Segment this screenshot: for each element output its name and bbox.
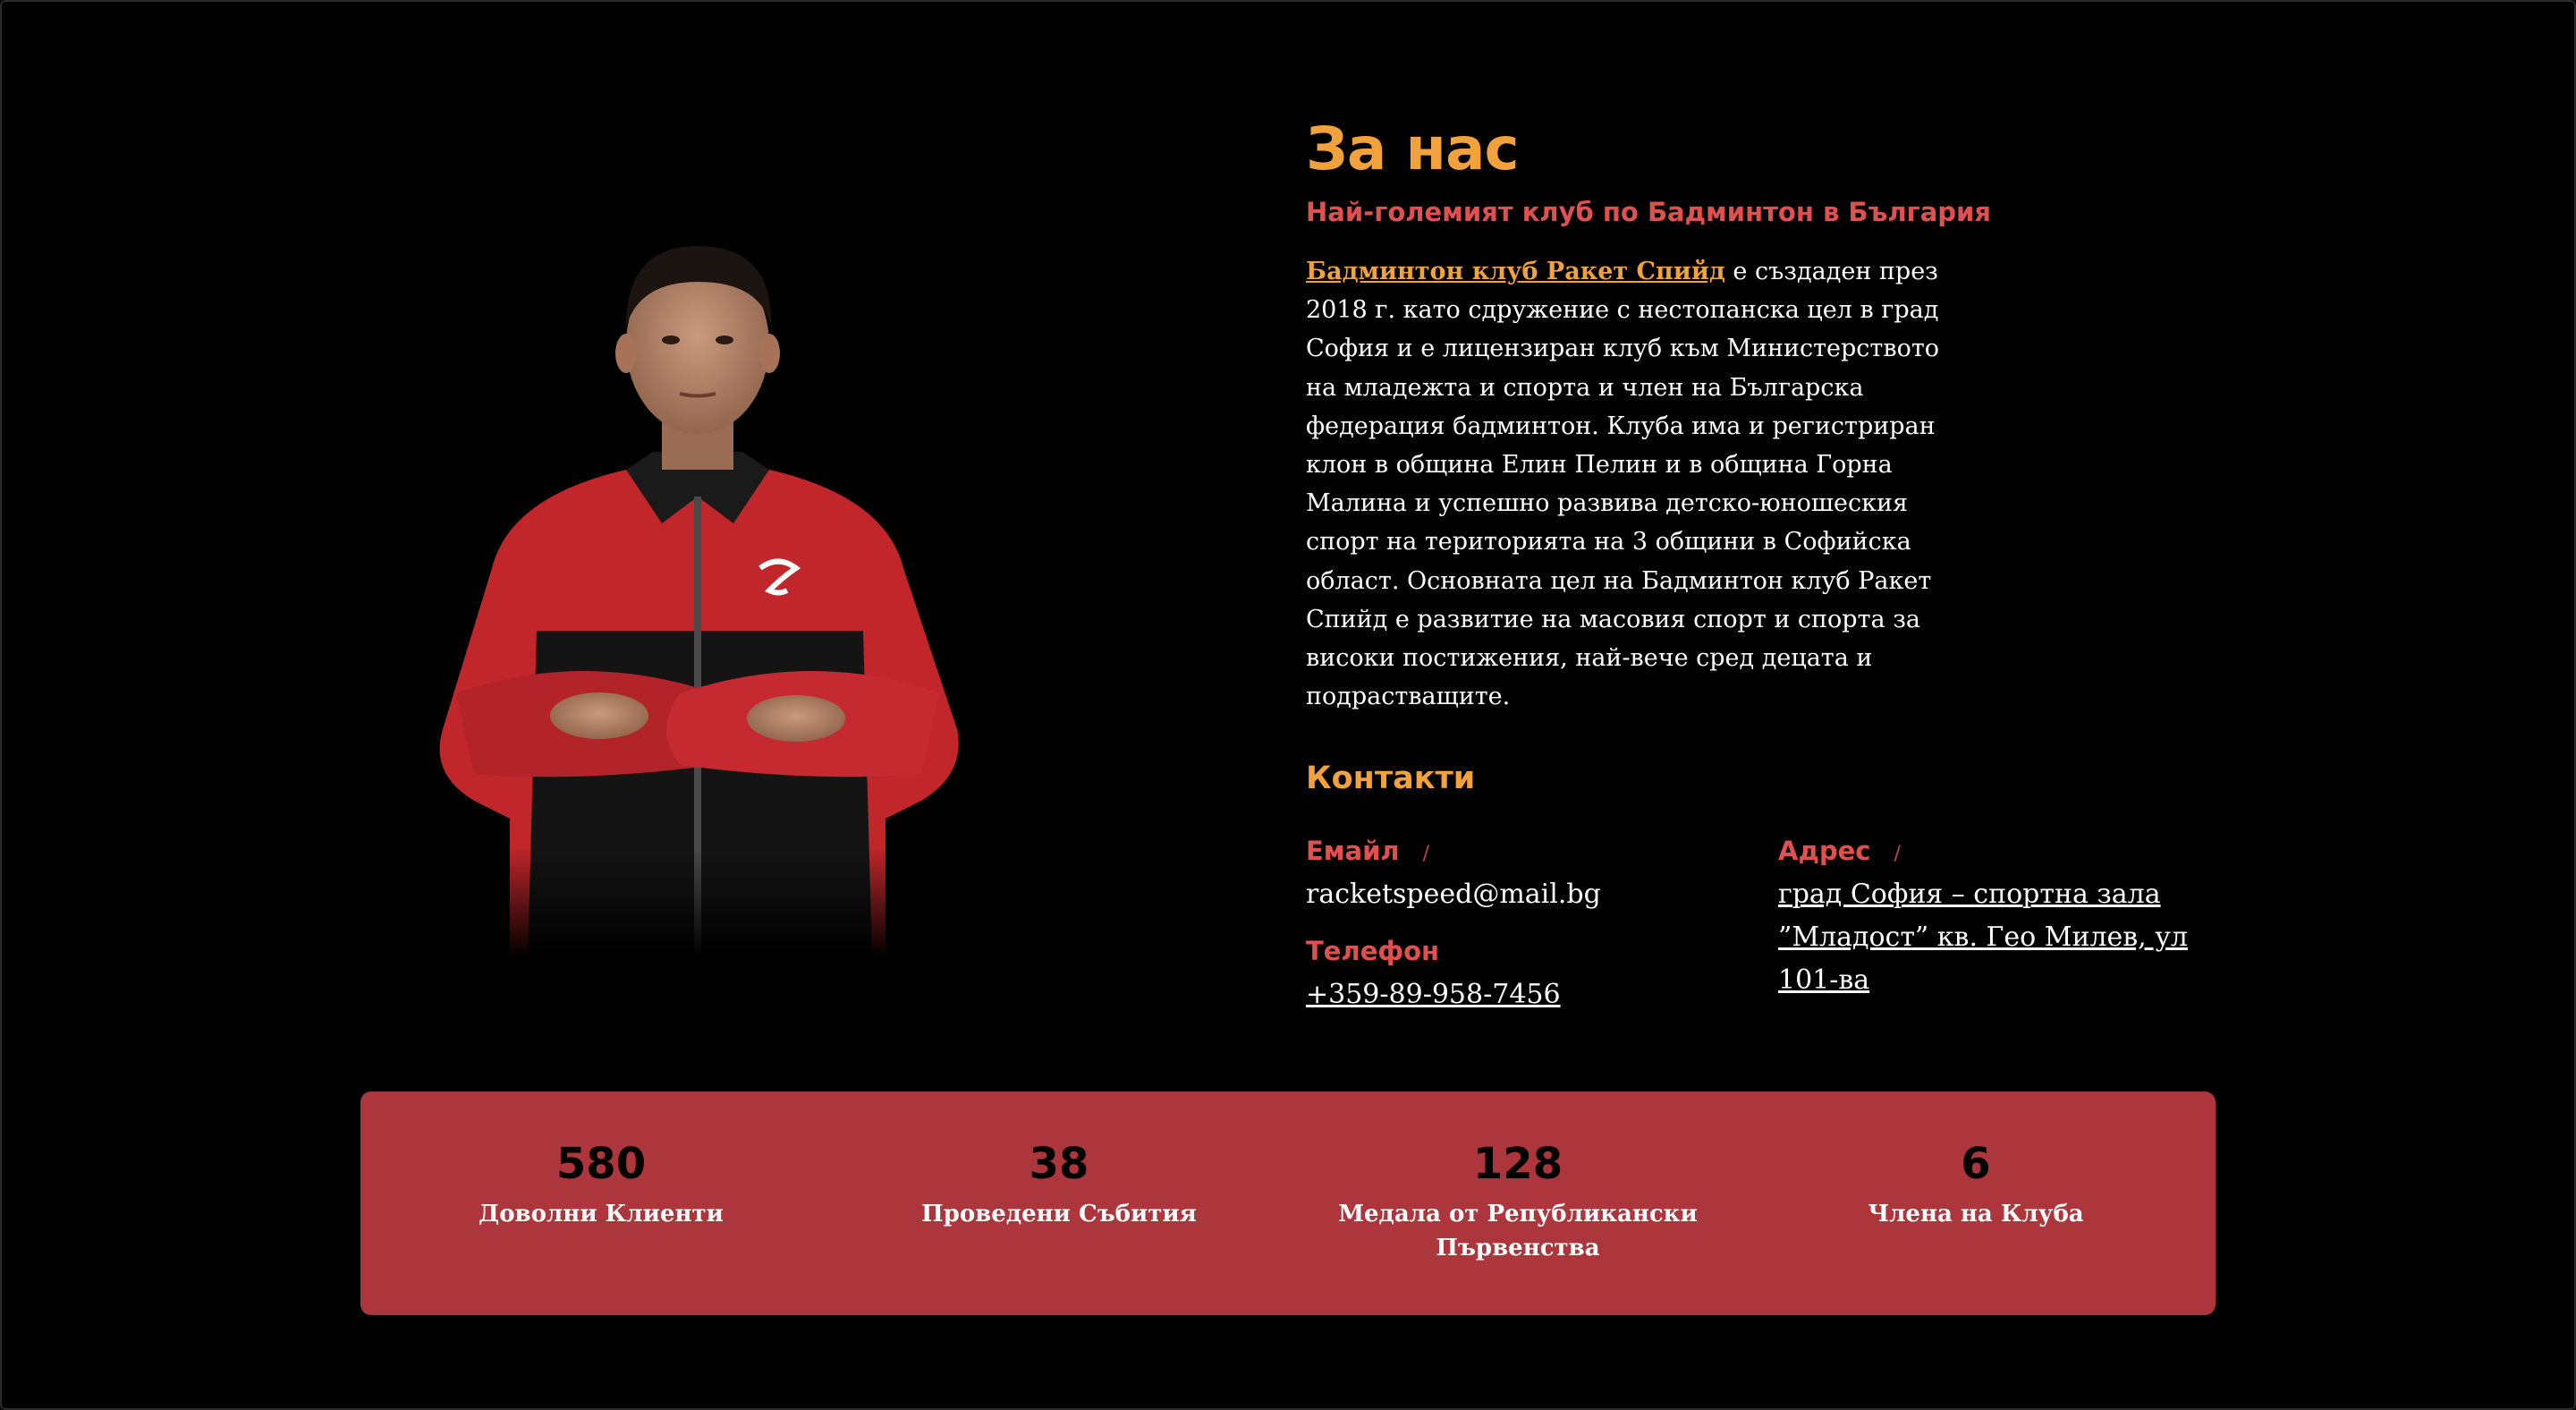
stat-events: 38 Проведени Събития [871, 1138, 1247, 1231]
coach-portrait [420, 228, 975, 957]
stat-members: 6 Члена на Клуба [1788, 1138, 2164, 1231]
stat-value: 580 [555, 1139, 647, 1189]
stat-clients: 580 Доволни Клиенти [413, 1138, 789, 1231]
stats-panel: 580 Доволни Клиенти 38 Проведени Събития… [360, 1091, 2216, 1315]
stat-value: 6 [1961, 1139, 1991, 1189]
stat-medals: 128 Медала от Републикански Първенства [1330, 1138, 1706, 1265]
about-title: За нас [1306, 115, 1520, 183]
contacts-title: Контакти [1306, 760, 1476, 796]
stat-value: 128 [1472, 1139, 1563, 1189]
email-value: racketspeed@mail.bg [1306, 879, 1601, 910]
phone-label: Телефон [1306, 936, 1440, 966]
stat-label: Члена на Клуба [1868, 1201, 2084, 1227]
about-text: Бадминтон клуб Ракет Спийд е създаден пр… [1306, 252, 1959, 716]
stat-label: Проведени Събития [921, 1201, 1197, 1227]
club-link[interactable]: Бадминтон клуб Ракет Спийд [1306, 258, 1725, 285]
address-separator: / [1894, 843, 1901, 865]
email-separator: / [1422, 843, 1430, 865]
stat-label: Медала от Републикански Първенства [1338, 1201, 1698, 1261]
stat-value: 38 [1029, 1139, 1089, 1189]
about-subtitle: Най-големият клуб по Бадминтон в Българи… [1306, 197, 1991, 227]
address-label: Адрес / [1778, 836, 1901, 866]
address-link[interactable]: град София – спортна зала ”Младост” кв. … [1778, 873, 2199, 1002]
about-body: е създаден през 2018 г. като сдружение с… [1306, 258, 1940, 711]
phone-link[interactable]: +359-89-958-7456 [1306, 973, 1561, 1016]
stat-label: Доволни Клиенти [479, 1201, 724, 1227]
email-label: Емайл / [1306, 836, 1430, 866]
